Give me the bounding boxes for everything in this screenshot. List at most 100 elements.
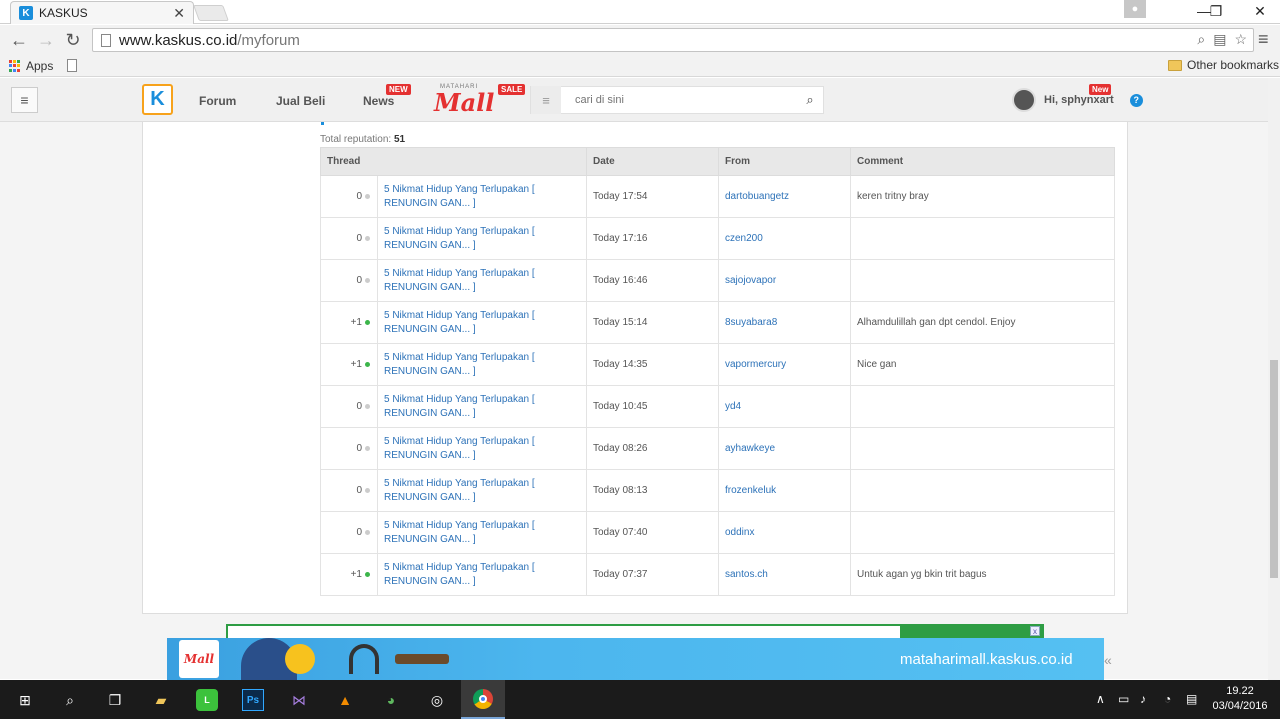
from-user-link[interactable]: yd4	[725, 401, 741, 412]
chrome-menu-icon[interactable]: ≡	[1258, 29, 1269, 50]
from-cell: vapormercury	[718, 343, 851, 386]
zoom-icon[interactable]: ⌕	[1197, 31, 1205, 48]
from-user-link[interactable]: dartobuangetz	[725, 191, 789, 202]
search-input[interactable]	[561, 94, 797, 106]
nav-jual-beli[interactable]: Jual Beli	[276, 94, 325, 108]
from-user-link[interactable]: frozenkeluk	[725, 485, 776, 496]
from-cell: oddinx	[718, 511, 851, 554]
thread-cell: 5 Nikmat Hidup Yang Terlupakan [ RENUNGI…	[377, 175, 587, 218]
thread-link[interactable]: 5 Nikmat Hidup Yang Terlupakan [ RENUNGI…	[384, 394, 535, 419]
thread-cell: 5 Nikmat Hidup Yang Terlupakan [ RENUNGI…	[377, 427, 587, 470]
from-user-link[interactable]: sajojovapor	[725, 275, 776, 286]
ad-url[interactable]: mataharimall.kaskus.co.id	[900, 651, 1073, 668]
comment-cell: Nice gan	[850, 343, 1115, 386]
thread-cell: 5 Nikmat Hidup Yang Terlupakan [ RENUNGI…	[377, 259, 587, 302]
page-content: Total reputation: 51 Thread Date From Co…	[0, 122, 1268, 679]
page-icon	[101, 33, 111, 47]
comment-cell: Alhamdulillah gan dpt cendol. Enjoy	[850, 301, 1115, 344]
new-tab-button[interactable]	[193, 5, 229, 21]
address-bar[interactable]: www.kaskus.co.id/myforum ⌕ ▤ ☆	[92, 28, 1254, 52]
vlc-icon[interactable]: ▲	[334, 689, 356, 711]
nav-forum[interactable]: Forum	[199, 94, 236, 108]
volume-icon[interactable]: ♪	[1140, 692, 1146, 706]
side-menu-button[interactable]: ≡	[11, 87, 38, 113]
scrollbar-thumb[interactable]	[1270, 360, 1278, 578]
bookmark-page-icon[interactable]	[67, 59, 77, 72]
reputation-status-dot-icon	[365, 193, 370, 199]
profile-icon[interactable]: ●	[1124, 0, 1146, 18]
bookmark-star-icon[interactable]: ☆	[1234, 31, 1247, 48]
browser-tab[interactable]: K KASKUS ✕	[10, 1, 194, 24]
comment-cell	[850, 511, 1115, 554]
apps-label: Apps	[26, 59, 54, 73]
mall-logo-card: Mall	[179, 640, 219, 678]
search-icon[interactable]: ⌕	[797, 92, 823, 108]
other-bookmarks[interactable]: Other bookmarks	[1168, 58, 1279, 72]
thread-link[interactable]: 5 Nikmat Hidup Yang Terlupakan [ RENUNGI…	[384, 184, 535, 209]
clock-time: 19.22	[1226, 685, 1254, 697]
user-menu[interactable]: Hi, sphynxart ?	[1012, 88, 1143, 112]
category-menu-icon[interactable]: ≡	[531, 86, 561, 114]
reload-icon[interactable]: ↻	[62, 29, 84, 51]
wifi-icon[interactable]: ◔	[1164, 692, 1171, 706]
table-row: 05 Nikmat Hidup Yang Terlupakan [ RENUNG…	[320, 469, 1115, 512]
chrome-taskbar-icon[interactable]	[461, 680, 505, 719]
from-user-link[interactable]: vapormercury	[725, 359, 786, 370]
url-text[interactable]: www.kaskus.co.id/myforum	[119, 32, 300, 49]
thread-link[interactable]: 5 Nikmat Hidup Yang Terlupakan [ RENUNGI…	[384, 226, 535, 251]
thread-link[interactable]: 5 Nikmat Hidup Yang Terlupakan [ RENUNGI…	[384, 520, 535, 545]
ad-collapse-icon[interactable]: «	[1104, 652, 1112, 668]
task-view-icon[interactable]: ❐	[104, 689, 126, 711]
windows-start-icon[interactable]: ⊞	[14, 689, 36, 711]
restore-button[interactable]: ❐	[1204, 0, 1228, 22]
visual-studio-icon[interactable]: ⋈	[288, 689, 310, 711]
comment-cell	[850, 217, 1115, 260]
ad-banner[interactable]: Mall mataharimall.kaskus.co.id	[167, 638, 1104, 680]
photoshop-icon[interactable]: Ps	[242, 689, 264, 711]
thread-link[interactable]: 5 Nikmat Hidup Yang Terlupakan [ RENUNGI…	[384, 268, 535, 293]
file-explorer-icon[interactable]: ▰	[150, 689, 172, 711]
thread-link[interactable]: 5 Nikmat Hidup Yang Terlupakan [ RENUNGI…	[384, 352, 535, 377]
reputation-status-dot-icon	[365, 277, 370, 283]
reputation-status-dot-icon	[365, 445, 370, 451]
close-tab-icon[interactable]: ✕	[173, 5, 185, 22]
notifications-icon[interactable]: ▤	[1186, 692, 1197, 706]
reputation-status-dot-icon	[365, 571, 370, 577]
translate-icon[interactable]: ▤	[1213, 31, 1226, 48]
from-user-link[interactable]: czen200	[725, 233, 763, 244]
apps-shortcut[interactable]: Apps	[9, 59, 53, 73]
line-app-icon[interactable]: L	[196, 689, 218, 711]
circle-app-icon[interactable]: ◎	[426, 689, 448, 711]
thread-link[interactable]: 5 Nikmat Hidup Yang Terlupakan [ RENUNGI…	[384, 562, 535, 587]
folder-icon	[1168, 59, 1182, 71]
nav-news[interactable]: News	[363, 94, 394, 108]
close-window-button[interactable]: ✕	[1248, 0, 1272, 22]
column-header-thread: Thread	[320, 147, 587, 176]
help-icon[interactable]: ?	[1129, 93, 1143, 107]
from-user-link[interactable]: ayhawkeye	[725, 443, 775, 454]
back-icon[interactable]: ←	[8, 29, 30, 51]
from-user-link[interactable]: santos.ch	[725, 569, 768, 580]
battery-icon[interactable]: ▭	[1118, 692, 1129, 706]
forward-icon[interactable]: →	[35, 29, 57, 51]
thread-link[interactable]: 5 Nikmat Hidup Yang Terlupakan [ RENUNGI…	[384, 436, 535, 461]
from-user-link[interactable]: oddinx	[725, 527, 754, 538]
user-new-badge: New	[1089, 84, 1112, 95]
reputation-status-dot-icon	[365, 529, 370, 535]
tray-expand-icon[interactable]: ∧	[1096, 692, 1105, 706]
reputation-table: Thread Date From Comment 05 Nikmat Hidup…	[320, 147, 1115, 596]
taskbar-clock[interactable]: 19.22 03/04/2016	[1210, 684, 1270, 714]
kaskus-logo[interactable]: K	[142, 84, 173, 115]
thread-link[interactable]: 5 Nikmat Hidup Yang Terlupakan [ RENUNGI…	[384, 310, 535, 335]
avatar[interactable]	[1012, 88, 1036, 112]
from-cell: czen200	[718, 217, 851, 260]
matahari-mall-logo[interactable]: MATAHARI Mall SALE	[434, 84, 526, 117]
ad-strip-top[interactable]: x	[226, 624, 1044, 638]
search-taskbar-icon[interactable]: ⌕	[59, 689, 81, 711]
user-greeting[interactable]: Hi, sphynxart	[1044, 94, 1114, 106]
world-app-icon[interactable]: ◕	[380, 689, 402, 711]
ad-close-icon[interactable]: x	[1030, 626, 1040, 636]
from-user-link[interactable]: 8suyabara8	[725, 317, 777, 328]
table-row: 05 Nikmat Hidup Yang Terlupakan [ RENUNG…	[320, 175, 1115, 218]
thread-link[interactable]: 5 Nikmat Hidup Yang Terlupakan [ RENUNGI…	[384, 478, 535, 503]
